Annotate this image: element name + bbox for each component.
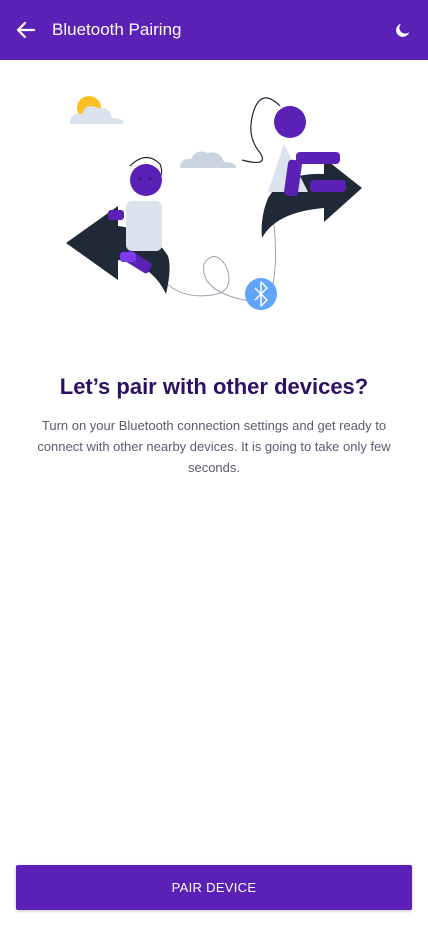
back-button[interactable]	[12, 16, 40, 44]
headline: Let’s pair with other devices?	[59, 373, 369, 399]
app-bar: Bluetooth Pairing	[0, 0, 428, 60]
sun-cloud-icon	[70, 96, 124, 124]
bluetooth-icon	[245, 278, 277, 310]
pair-device-button[interactable]: PAIR DEVICE	[16, 865, 412, 910]
theme-toggle-button[interactable]	[390, 17, 416, 43]
arrow-left-icon	[16, 21, 36, 39]
pairing-illustration	[60, 88, 370, 316]
cloud-icon	[180, 151, 236, 168]
moon-icon	[396, 23, 410, 37]
description-text: Turn on your Bluetooth connection settin…	[37, 418, 391, 475]
page-title: Bluetooth Pairing	[52, 20, 182, 39]
